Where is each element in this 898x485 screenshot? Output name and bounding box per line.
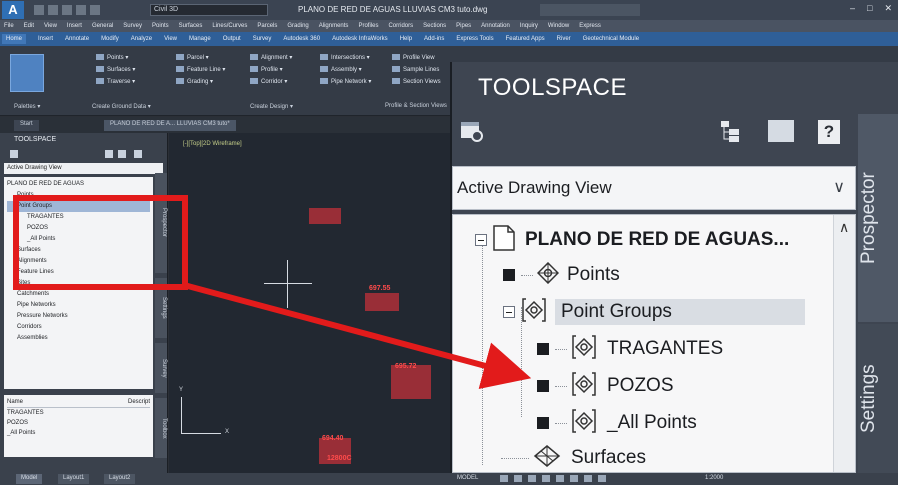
autocad-civil3d-window: A Civil 3D PLANO DE RED DE AGUAS LLUVIAS… [0, 0, 898, 485]
annotation-arrow [183, 282, 532, 389]
